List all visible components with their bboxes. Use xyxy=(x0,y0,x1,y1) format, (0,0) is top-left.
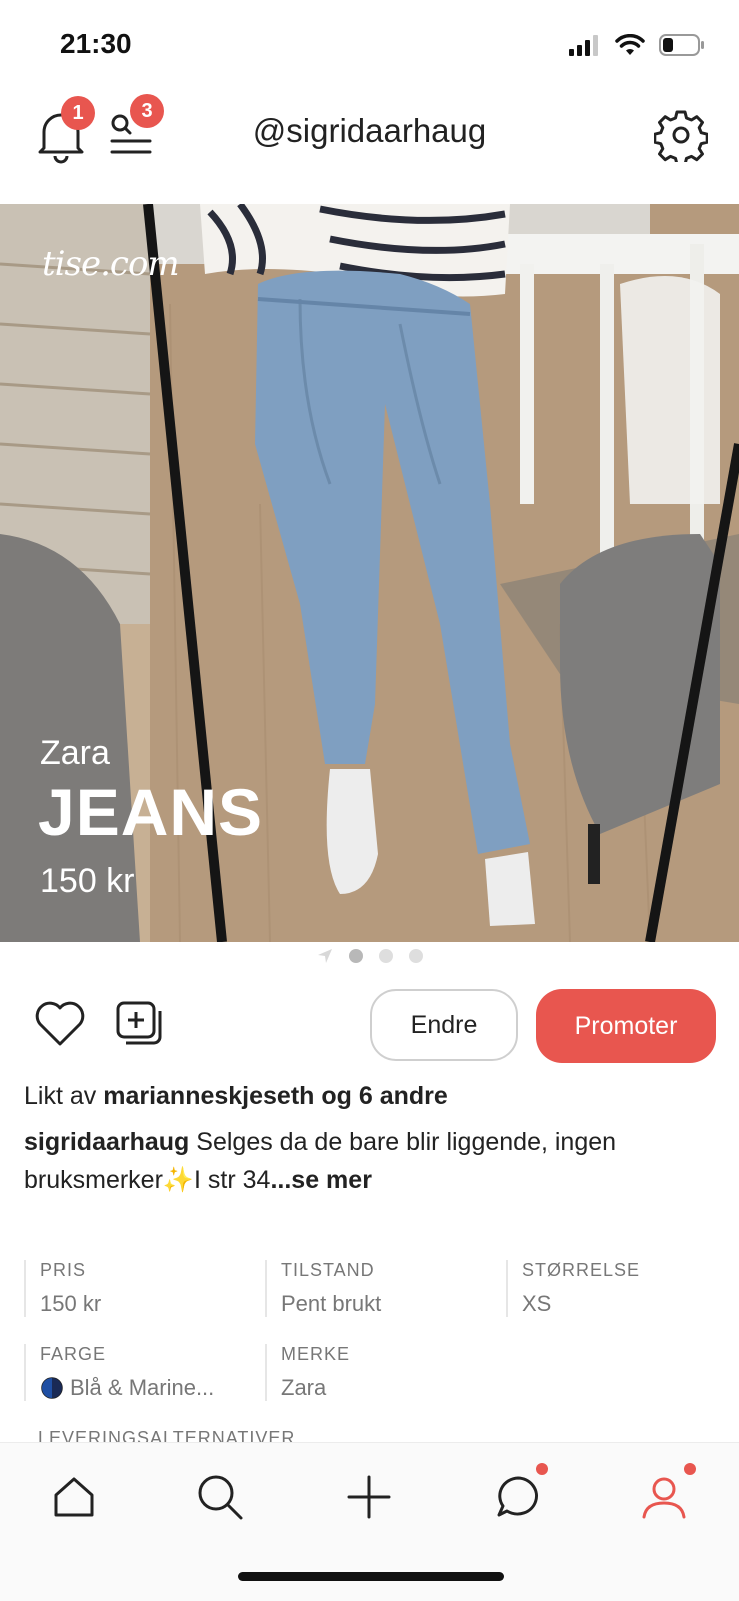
nav-home[interactable] xyxy=(44,1467,104,1527)
chat-icon xyxy=(497,1476,538,1517)
delivery-options-label: LEVERINGSALTERNATIVER xyxy=(38,1428,296,1442)
detail-value-color-row: Blå & Marine... xyxy=(40,1375,214,1401)
color-swatch-icon xyxy=(41,1377,63,1399)
tise-watermark: tise.com xyxy=(42,244,180,284)
detail-label-color: FARGE xyxy=(40,1344,107,1364)
plus-icon xyxy=(347,1475,391,1519)
edit-button[interactable]: Endre xyxy=(370,989,518,1061)
caption-line-1: sigridaarhaug Selges da de bare blir lig… xyxy=(24,1128,616,1157)
nav-add[interactable] xyxy=(339,1467,399,1527)
detail-label-size: STØRRELSE xyxy=(522,1260,641,1280)
carousel-dot-3[interactable] xyxy=(408,949,423,963)
likes-others-link[interactable]: og 6 andre xyxy=(321,1082,447,1110)
caption-text-2: bruksmerker✨I str 34 xyxy=(24,1166,271,1194)
profile-icon xyxy=(642,1477,686,1519)
status-time: 21:30 xyxy=(60,28,132,59)
gear-icon xyxy=(654,110,708,162)
settings-button[interactable] xyxy=(652,106,710,164)
profile-notification-dot xyxy=(684,1463,696,1475)
overlay-title: JEANS xyxy=(38,775,264,849)
detail-label-brand: MERKE xyxy=(281,1344,351,1364)
detail-value-condition: Pent brukt xyxy=(281,1291,382,1316)
likes-line: Likt av marianneskjeseth og 6 andre xyxy=(24,1082,448,1111)
search-icon xyxy=(198,1475,243,1520)
add-collection-icon xyxy=(116,1001,162,1045)
nav-search[interactable] xyxy=(190,1467,250,1527)
product-photo[interactable]: tise.com Zara JEANS 150 kr xyxy=(0,204,739,942)
see-more-link[interactable]: ...se mer xyxy=(270,1166,371,1194)
detail-brand: MERKE Zara xyxy=(265,1344,350,1401)
battery-icon xyxy=(659,34,704,56)
heart-icon xyxy=(35,1001,85,1046)
overlay-price: 150 kr xyxy=(40,862,135,900)
caption-text-1: Selges da de bare blir liggende, ingen xyxy=(196,1128,617,1156)
wifi-icon xyxy=(615,34,645,55)
detail-value-brand: Zara xyxy=(281,1375,327,1400)
header: 1 3 @sigridaarhaug xyxy=(0,90,739,180)
nav-messages[interactable] xyxy=(488,1463,548,1527)
like-button[interactable] xyxy=(34,1000,90,1052)
carousel-indicator[interactable] xyxy=(0,948,739,964)
likes-user-link[interactable]: marianneskjeseth xyxy=(103,1082,314,1110)
status-icons xyxy=(569,34,705,56)
caption-user-link[interactable]: sigridaarhaug xyxy=(24,1128,189,1156)
overlay-brand: Zara xyxy=(40,734,110,772)
detail-condition: TILSTAND Pent brukt xyxy=(265,1260,381,1317)
detail-color: FARGE Blå & Marine... xyxy=(24,1344,214,1401)
messages-notification-dot xyxy=(536,1463,548,1475)
carousel-dot-2[interactable] xyxy=(378,949,393,963)
carousel-dot-1[interactable] xyxy=(348,949,363,963)
detail-price: PRIS 150 kr xyxy=(24,1260,101,1317)
detail-size: STØRRELSE XS xyxy=(506,1260,640,1317)
page-title: @sigridaarhaug xyxy=(252,112,487,149)
detail-label-price: PRIS xyxy=(40,1260,87,1280)
detail-value-size: XS xyxy=(522,1291,552,1316)
home-icon xyxy=(54,1477,94,1517)
location-arrow-icon xyxy=(317,949,332,963)
detail-value-price: 150 kr xyxy=(40,1291,102,1316)
nav-profile[interactable] xyxy=(634,1463,696,1527)
caption-line-2: bruksmerker✨I str 34...se mer xyxy=(24,1166,372,1195)
promote-button[interactable]: Promoter xyxy=(536,989,716,1063)
signal-icon xyxy=(569,35,598,56)
detail-value-color: Blå & Marine... xyxy=(70,1375,215,1400)
add-to-collection-button[interactable] xyxy=(114,1000,170,1052)
detail-label-condition: TILSTAND xyxy=(281,1260,375,1280)
likes-prefix: Likt av xyxy=(24,1082,97,1110)
home-indicator xyxy=(238,1572,504,1581)
